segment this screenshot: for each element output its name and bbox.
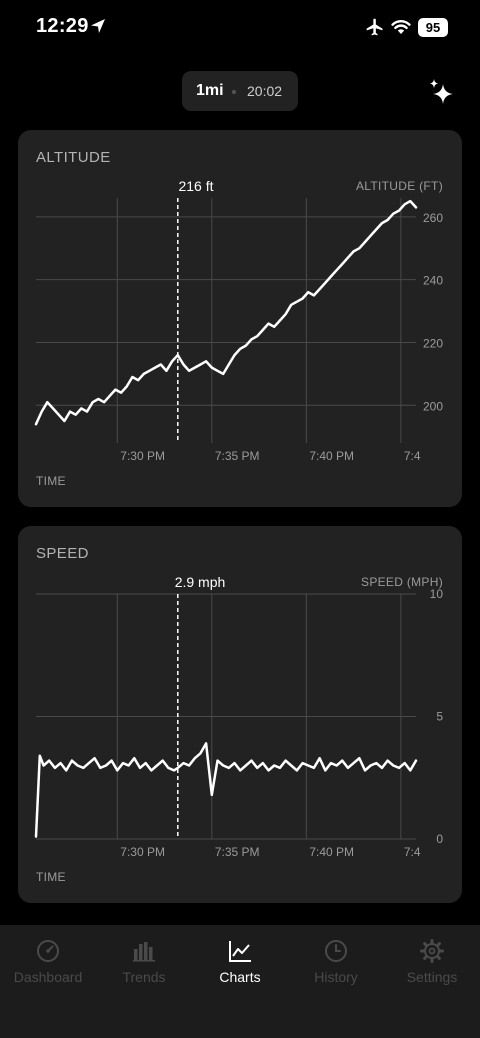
wifi-icon xyxy=(391,20,411,34)
speed-y-tick-label: 10 xyxy=(430,587,444,601)
gauge-icon xyxy=(37,940,59,962)
speed-x-tick-label: 7:4 xyxy=(404,845,421,859)
route-distance: 1mi xyxy=(196,82,224,99)
altitude-y-axis-label: ALTITUDE (FT) xyxy=(356,179,443,193)
altitude-x-tick-label: 7:30 PM xyxy=(120,449,165,463)
status-time: 12:29 xyxy=(36,15,89,37)
altitude-x-tick-label: 7:4 xyxy=(404,449,421,463)
bar-chart-icon xyxy=(133,942,155,962)
speed-series-line xyxy=(34,742,418,838)
altitude-x-tick-label: 7:35 PM xyxy=(215,449,260,463)
gear-icon xyxy=(420,939,444,963)
tab-settings-label: Settings xyxy=(406,969,458,985)
tab-settings[interactable]: Settings xyxy=(384,925,480,1005)
altitude-selection-label: 216 ft xyxy=(178,178,213,194)
speed-selection-label: 2.9 mph xyxy=(175,574,226,590)
tab-charts[interactable]: Charts xyxy=(192,925,288,1005)
altitude-y-tick-label: 200 xyxy=(423,399,443,413)
speed-card: SPEED SPEED (MPH) TIME 2.9 mph 0 5 10 7:30 … xyxy=(18,526,462,903)
altitude-y-tick-label: 260 xyxy=(423,211,443,225)
tab-trends[interactable]: Trends xyxy=(96,925,192,1005)
airplane-icon xyxy=(366,18,383,36)
tab-trends-label: Trends xyxy=(122,969,166,985)
route-duration: 20:02 xyxy=(247,83,283,99)
line-chart-icon xyxy=(229,941,251,962)
altitude-series-line xyxy=(34,199,418,426)
tab-history[interactable]: History xyxy=(288,925,384,1005)
speed-chart[interactable]: SPEED (MPH) TIME 2.9 mph 05107:30 PM 7:35… xyxy=(18,526,462,903)
tab-dashboard-label: Dashboard xyxy=(13,969,83,985)
altitude-x-tick-label: 7:40 PM xyxy=(309,449,354,463)
battery-indicator: 95 xyxy=(418,18,448,37)
speed-x-tick-label: 7:30 PM xyxy=(120,845,165,859)
separator-dot xyxy=(232,90,236,94)
route-summary-pill[interactable]: 1mi 20:02 xyxy=(182,71,298,111)
tab-history-label: History xyxy=(314,969,358,985)
status-bar: 12:29 95 xyxy=(0,0,480,56)
speed-x-tick-label: 7:40 PM xyxy=(309,845,354,859)
speed-y-tick-label: 5 xyxy=(436,710,443,724)
clock-icon xyxy=(325,940,347,962)
speed-x-tick-label: 7:35 PM xyxy=(215,845,260,859)
speed-y-tick-label: 0 xyxy=(436,832,443,846)
sparkle-icon[interactable] xyxy=(428,78,454,106)
tab-charts-label: Charts xyxy=(219,969,261,985)
tab-dashboard[interactable]: Dashboard xyxy=(0,925,96,1005)
altitude-chart[interactable]: ALTITUDE (FT) TIME 216 ft 200 220 240 260 7:… xyxy=(18,130,462,507)
tab-bar: Dashboard Trends Charts History Settings xyxy=(0,925,480,1038)
speed-x-axis-label: TIME xyxy=(36,870,66,884)
altitude-y-tick-label: 240 xyxy=(423,274,443,288)
location-arrow-icon xyxy=(91,19,105,33)
altitude-x-axis-label: TIME xyxy=(36,474,66,488)
altitude-card: ALTITUDE ALTITUDE (FT) TIME 216 ft 200 22… xyxy=(18,130,462,507)
altitude-y-tick-label: 220 xyxy=(423,336,443,350)
